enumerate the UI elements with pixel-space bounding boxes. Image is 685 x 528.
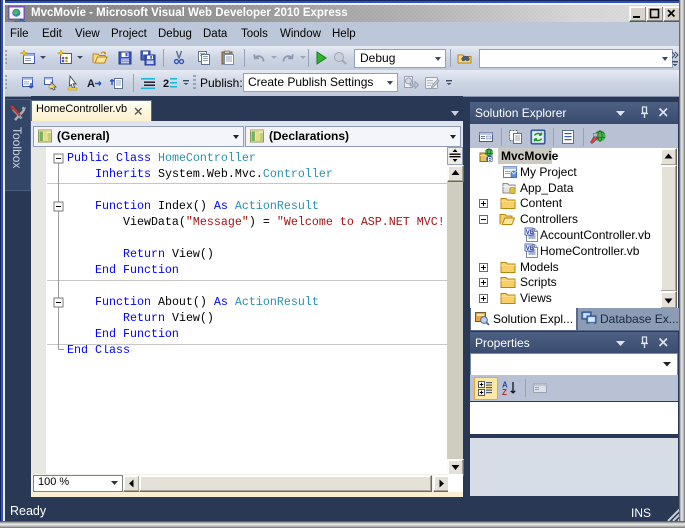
svg-text:VB: VB	[526, 230, 535, 236]
svg-text:VB: VB	[526, 246, 535, 252]
svg-text:2: 2	[163, 78, 169, 90]
svg-text:B: B	[488, 157, 493, 164]
svg-text:A: A	[87, 78, 95, 90]
svg-text:Z: Z	[502, 388, 507, 396]
